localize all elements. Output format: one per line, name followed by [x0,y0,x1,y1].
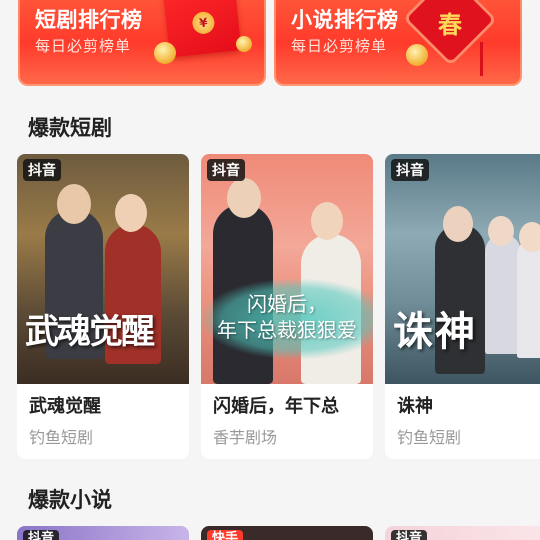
poster-face [488,216,514,246]
drama-source: 香芋剧场 [213,428,278,447]
drama-poster: 抖音 诛神 [385,154,540,384]
poster-face [57,184,91,224]
banner-title: 小说排行榜 [291,8,399,32]
platform-badge: 抖音 [391,159,429,181]
drama-card[interactable]: 抖音 武魂觉醒 武魂觉醒 钓鱼短剧 [17,154,189,459]
novel-section-title: 爆款小说 [28,488,112,512]
novel-card[interactable]: 抖音 [385,526,540,540]
poster-face [311,202,343,240]
knot-character: 春 [438,11,462,39]
drama-name: 武魂觉醒 [29,396,101,417]
platform-badge: 抖音 [23,530,60,540]
coin-icon [406,44,428,66]
poster-title-art: 武魂觉醒 [25,312,155,352]
poster-face [115,194,147,232]
drama-card[interactable]: 抖音 诛神 诛神 钓鱼短剧 [385,154,540,459]
poster-face [227,178,261,218]
ranking-banners: ¥ 短剧排行榜 每日必剪榜单 春 小说排行榜 每日必剪榜单 [0,0,540,88]
coin-icon [236,36,252,52]
drama-ranking-banner[interactable]: ¥ 短剧排行榜 每日必剪榜单 [18,0,266,86]
novel-ranking-banner[interactable]: 春 小说排行榜 每日必剪榜单 [274,0,522,86]
platform-badge: 抖音 [23,159,61,181]
drama-name: 诛神 [397,396,433,417]
banner-subtitle: 每日必剪榜单 [35,37,132,55]
banner-title: 短剧排行榜 [35,8,143,32]
drama-source: 钓鱼短剧 [29,428,94,447]
tassel-decoration [480,42,483,76]
envelope-seal: ¥ [191,10,216,35]
drama-source: 钓鱼短剧 [397,428,462,447]
poster-title-art: 闪婚后， 年下总裁狠狠爱 [201,279,373,359]
drama-poster: 抖音 闪婚后， 年下总裁狠狠爱 [201,154,373,384]
coin-icon [154,42,176,64]
platform-badge: 抖音 [207,159,245,181]
poster-title-art: 诛神 [393,308,477,355]
drama-poster: 抖音 武魂觉醒 [17,154,189,384]
banner-subtitle: 每日必剪榜单 [291,37,388,55]
novel-card[interactable]: 快手 [201,526,373,540]
platform-badge: 快手 [207,530,244,540]
drama-card[interactable]: 抖音 闪婚后， 年下总裁狠狠爱 闪婚后，年下总 香芋剧场 [201,154,373,459]
drama-name: 闪婚后，年下总 [213,396,339,417]
drama-section-title: 爆款短剧 [28,116,112,140]
poster-face [443,206,473,242]
platform-badge: 抖音 [391,530,428,540]
novel-card[interactable]: 抖音 [17,526,189,540]
poster-face [519,222,540,252]
